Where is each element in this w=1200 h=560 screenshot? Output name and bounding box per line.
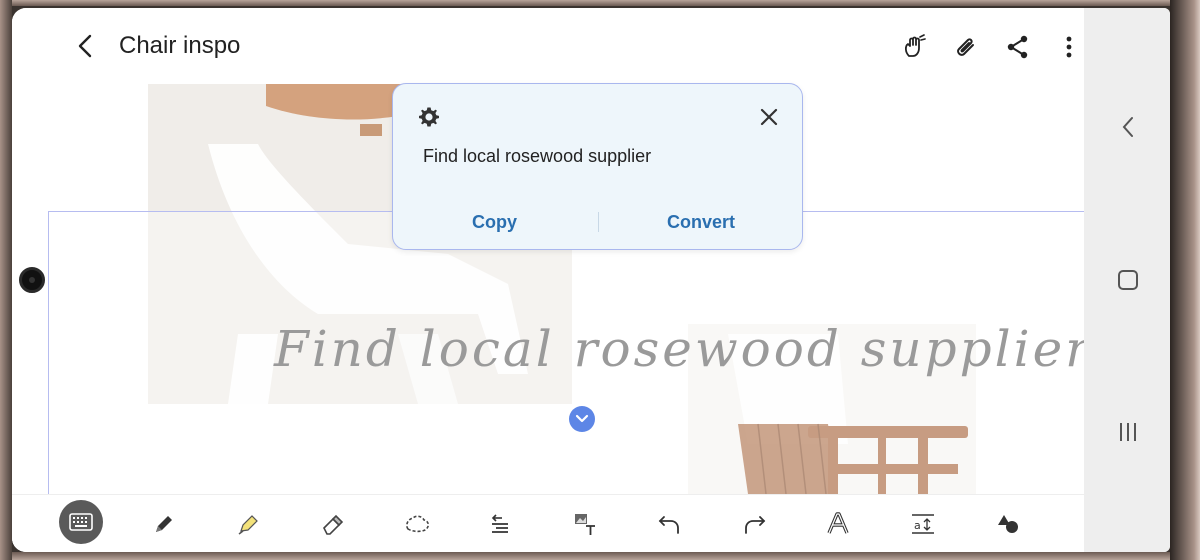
screen: Chair inspo Find local rosewood supplier… xyxy=(12,8,1170,552)
undo-button[interactable] xyxy=(649,505,689,543)
bezel-top xyxy=(0,0,1200,6)
keyboard-icon xyxy=(69,513,93,531)
pen-icon xyxy=(156,516,172,532)
page-title: Chair inspo xyxy=(119,32,241,59)
bezel-bottom xyxy=(0,552,1200,560)
eraser-tool[interactable] xyxy=(312,505,352,543)
highlighter-icon xyxy=(238,515,258,535)
copy-button[interactable]: Copy xyxy=(472,212,517,233)
system-navigation-bar xyxy=(1084,8,1170,552)
more-icon xyxy=(1066,36,1072,58)
attach-icon xyxy=(957,38,974,56)
redo-icon xyxy=(745,516,766,534)
gear-icon xyxy=(419,107,439,127)
expand-selection-button[interactable] xyxy=(569,406,595,432)
chevron-down-icon xyxy=(575,414,589,423)
shapes-icon xyxy=(998,515,1018,533)
chevron-left-icon xyxy=(78,34,92,58)
keyboard-button[interactable] xyxy=(59,500,103,544)
bezel-left xyxy=(0,0,12,560)
front-camera xyxy=(19,267,45,293)
svg-text:a: a xyxy=(914,519,921,532)
device-frame: Chair inspo Find local rosewood supplier… xyxy=(0,0,1200,560)
more-options-button[interactable] xyxy=(1052,30,1086,64)
highlighter-tool[interactable] xyxy=(228,505,268,543)
recognized-text: Find local rosewood supplier xyxy=(423,146,652,166)
convert-button[interactable]: Convert xyxy=(667,212,735,233)
nav-home-button[interactable] xyxy=(1112,264,1144,296)
settings-button[interactable] xyxy=(417,105,441,129)
align-tool[interactable] xyxy=(480,505,520,543)
back-button[interactable] xyxy=(70,30,102,62)
close-button[interactable] xyxy=(755,103,783,131)
share-button[interactable] xyxy=(1001,30,1035,64)
pen-tool[interactable] xyxy=(144,505,184,543)
lasso-tool[interactable] xyxy=(397,505,437,543)
handwriting-style-icon xyxy=(827,512,849,534)
eraser-icon xyxy=(323,514,344,535)
lasso-icon xyxy=(406,515,430,533)
back-icon xyxy=(1122,117,1133,137)
nav-back-button[interactable] xyxy=(1112,111,1144,143)
text-recognition-popup: Find local rosewood supplier Copy Conver… xyxy=(392,83,803,250)
close-icon xyxy=(760,108,778,126)
draw-hand-icon xyxy=(904,34,926,57)
nav-recents-button[interactable] xyxy=(1112,416,1144,448)
recents-icon xyxy=(1120,423,1136,441)
button-divider xyxy=(598,212,599,232)
attach-button[interactable] xyxy=(949,30,983,64)
handwritten-text: Find local rosewood supplier xyxy=(274,320,1084,378)
drawing-toolbar: a xyxy=(12,494,1084,552)
notes-app: Chair inspo Find local rosewood supplier… xyxy=(12,8,1084,552)
home-icon xyxy=(1118,270,1138,290)
draw-hand-button[interactable] xyxy=(897,30,931,64)
text-image-icon xyxy=(575,514,595,535)
bezel-right xyxy=(1170,0,1200,560)
text-size-tool[interactable]: a xyxy=(903,505,943,543)
redo-button[interactable] xyxy=(735,505,775,543)
top-bar: Chair inspo xyxy=(12,8,1084,84)
undo-icon xyxy=(658,516,679,534)
text-image-tool[interactable] xyxy=(565,505,605,543)
shapes-tool[interactable] xyxy=(988,505,1028,543)
align-icon xyxy=(491,514,508,533)
text-size-icon: a xyxy=(912,514,934,534)
handwriting-style-tool[interactable] xyxy=(818,505,858,543)
share-icon xyxy=(1007,35,1028,59)
